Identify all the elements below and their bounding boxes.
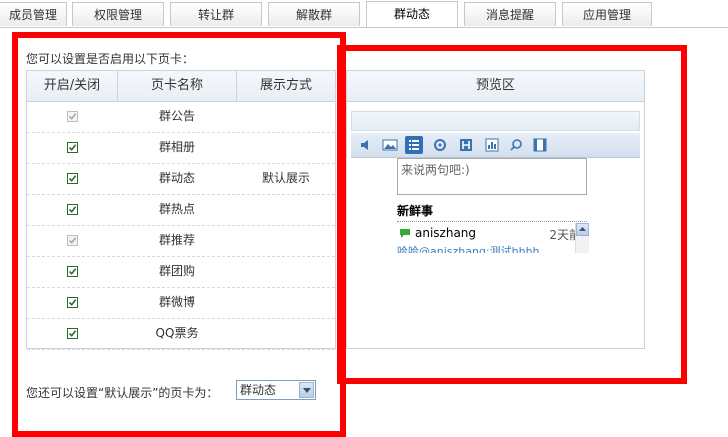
highlight-box-left xyxy=(12,32,346,437)
highlight-box-right xyxy=(337,45,687,384)
tab-dissolve-group[interactable]: 解散群 xyxy=(268,2,360,26)
tab-message-reminder[interactable]: 消息提醒 xyxy=(464,2,556,26)
tab-bar: 成员管理 权限管理 转让群 解散群 群动态 消息提醒 应用管理 xyxy=(0,0,728,28)
tab-app-management[interactable]: 应用管理 xyxy=(562,2,652,26)
tab-group-feed[interactable]: 群动态 xyxy=(366,1,458,27)
tab-member-management[interactable]: 成员管理 xyxy=(0,2,67,26)
tab-transfer-group[interactable]: 转让群 xyxy=(170,2,262,26)
tab-permission-management[interactable]: 权限管理 xyxy=(72,2,164,26)
